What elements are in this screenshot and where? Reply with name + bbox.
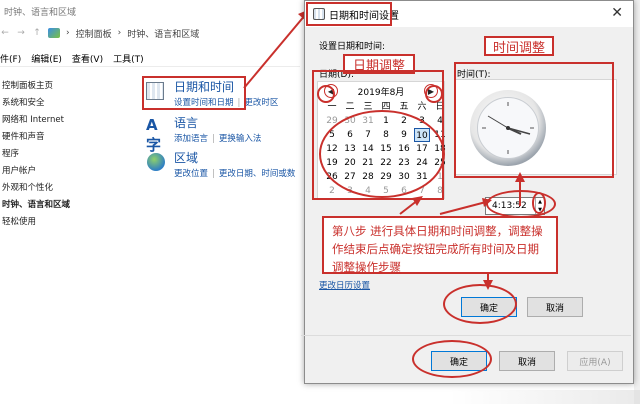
dialog-cancel-button[interactable]: 取消 — [527, 297, 583, 317]
sidebar-item-programs[interactable]: 程序 — [2, 146, 132, 163]
sidebar: 控制面板主页 系统和安全 网络和 Internet 硬件和声音 程序 用户帐户 … — [2, 78, 132, 231]
menu-bar: 件(F) 编辑(E) 查看(V) 工具(T) — [0, 52, 144, 65]
menu-tools[interactable]: 工具(T) — [113, 52, 144, 65]
highlight-datetime-category — [142, 76, 246, 110]
link-add-language[interactable]: 添加语言 — [174, 134, 208, 144]
divider — [301, 335, 631, 336]
breadcrumb-item-clock[interactable]: 时钟、语言和区域 — [127, 27, 199, 40]
outer-cancel-button[interactable]: 取消 — [499, 351, 555, 371]
window-title: 时钟、语言和区域 — [4, 8, 77, 18]
back-icon[interactable]: ← — [0, 28, 10, 38]
forward-icon[interactable]: → — [16, 28, 26, 38]
circle-prev — [317, 85, 335, 103]
control-panel-icon — [48, 28, 60, 38]
circle-next — [425, 85, 443, 103]
sidebar-item-hardware[interactable]: 硬件和声音 — [2, 129, 132, 146]
region-category-icon — [147, 153, 165, 171]
menu-file[interactable]: 件(F) — [0, 52, 21, 65]
sidebar-item-ease-of-access[interactable]: 轻松使用 — [2, 214, 132, 231]
breadcrumb-sep-icon: › — [117, 28, 122, 38]
outer-apply-button: 应用(A) — [567, 351, 623, 371]
outer-window-edge — [634, 0, 640, 404]
annotation-step-note: 第八步 进行具体日期和时间调整，调整操作结束后点确定按钮完成所有时间及日期调整操… — [322, 216, 558, 274]
menu-edit[interactable]: 编辑(E) — [31, 52, 62, 65]
close-icon[interactable]: ✕ — [611, 5, 623, 21]
sidebar-item-clock-region[interactable]: 时钟、语言和区域 — [2, 197, 132, 214]
sidebar-item-security[interactable]: 系统和安全 — [2, 95, 132, 112]
menu-view[interactable]: 查看(V) — [72, 52, 103, 65]
set-datetime-label: 设置日期和时间: — [319, 42, 386, 52]
breadcrumb-sep-icon: › — [66, 28, 70, 38]
sidebar-item-home[interactable]: 控制面板主页 — [2, 78, 132, 95]
annotation-time-adjust: 时间调整 — [484, 36, 554, 56]
watermark — [450, 390, 640, 404]
screenshot: 时钟、语言和区域 ← → ↑ › 控制面板 › 时钟、语言和区域 件(F) 编辑… — [0, 0, 640, 404]
link-change-input[interactable]: 更换输入法 — [219, 134, 262, 144]
breadcrumb-item-control-panel[interactable]: 控制面板 — [76, 27, 112, 40]
up-icon[interactable]: ↑ — [32, 28, 42, 38]
sidebar-item-network[interactable]: 网络和 Internet — [2, 112, 132, 129]
sidebar-item-appearance[interactable]: 外观和个性化 — [2, 180, 132, 197]
language-category-icon: A字 — [146, 116, 162, 154]
circle-outer-ok — [412, 340, 492, 378]
highlight-dialog-title — [306, 2, 392, 26]
link-change-location[interactable]: 更改位置 — [174, 169, 208, 179]
sidebar-item-users[interactable]: 用户帐户 — [2, 163, 132, 180]
link-change-format[interactable]: 更改日期、时间或数 — [219, 169, 296, 179]
highlight-clock — [454, 62, 614, 178]
